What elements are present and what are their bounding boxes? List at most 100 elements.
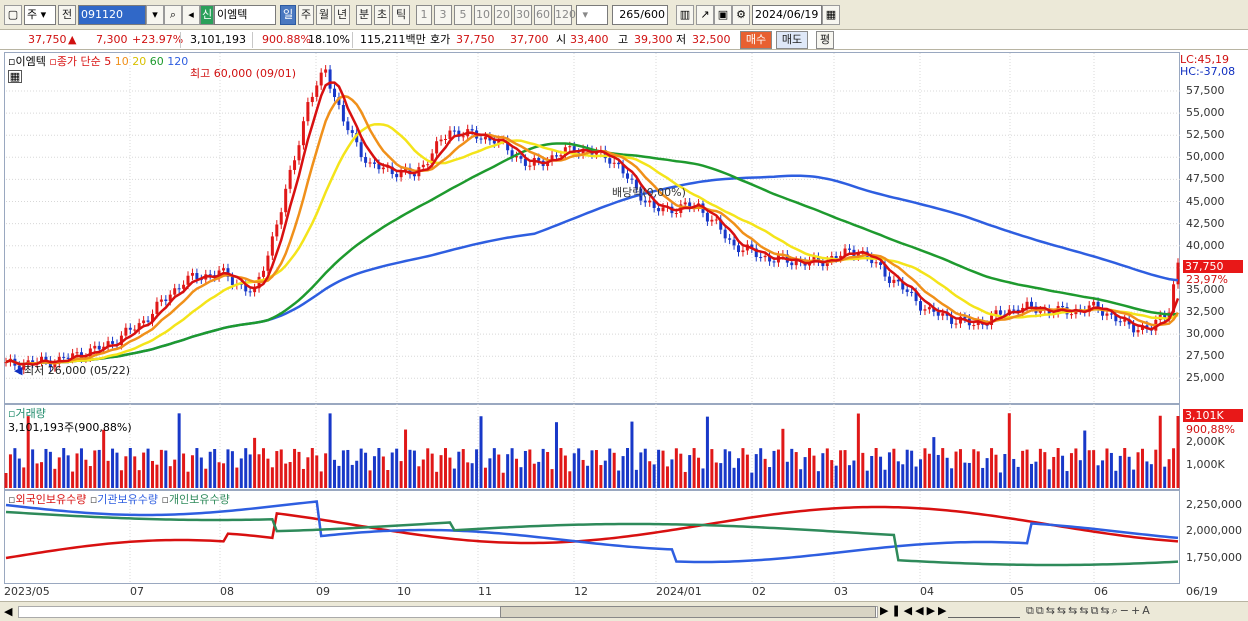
volume-bar [985,458,989,488]
candle-body [554,155,558,157]
price-ytick: 55,000 [1186,106,1225,120]
volume-bar [732,467,736,488]
candle-body [643,200,647,203]
candle-body [1105,313,1109,316]
scroll-thumb[interactable] [500,606,876,618]
candle-body [1132,324,1136,333]
candle-body [177,288,181,290]
volume-bar [350,464,354,488]
candle-body [741,250,745,253]
volume-bar [581,459,585,488]
candle-body [568,146,572,148]
scroll-bar[interactable]: ◀ ▶❚◀◀▶▶ ⧉⧉⇆⇆⇆⇆⧉⇆⌕−+A [0,601,1248,621]
x-tick: 2024/01 [656,585,702,598]
volume-bar [435,471,439,488]
volume-bar [253,437,257,488]
volume-bar [794,452,798,488]
price-ytick: 47,500 [1186,172,1225,186]
x-tick: 12 [574,585,588,598]
volume-bar [981,467,985,488]
grid-toggle-icon[interactable]: ▦ [8,70,22,83]
volume-bar [390,452,394,488]
scroll-nav-icons[interactable]: ▶❚◀◀▶▶ [880,604,950,617]
candle-body [732,239,736,246]
volume-bar [1132,469,1136,488]
volume-bar [475,449,479,488]
price-ytick: 45,000 [1186,194,1225,208]
volume-bar [186,471,190,488]
volume-bar [364,452,368,488]
legend-marker-icon: ▫ [161,493,169,506]
tool-icons[interactable]: ⧉⧉⇆⇆⇆⇆⧉⇆⌕−+A [1026,604,1152,618]
volume-bar [1069,453,1073,488]
zoom-slider[interactable] [948,604,1020,618]
volume-bar [950,468,954,488]
candle-body [1061,306,1065,308]
volume-bar [452,468,456,488]
volume-bar [48,451,52,488]
candle-body [479,138,483,140]
holding-legend: ▫외국인보유수량 ▫기관보유수량 ▫개인보유수량 [8,491,230,507]
volume-bar [399,461,403,488]
volume-bar [768,467,772,488]
x-tick: 08 [220,585,234,598]
individual-legend: 개인보유수량 [168,493,230,506]
volume-bar [1136,452,1140,488]
volume-bar [13,448,17,488]
volume-bar [346,449,350,488]
chart-canvas[interactable] [0,0,1248,621]
volume-bar [239,458,243,488]
volume-bar [976,451,980,488]
volume-bar [190,455,194,488]
volume-bar [293,448,297,488]
volume-bar [688,455,692,488]
scroll-left-icon[interactable]: ◀ [4,605,12,618]
candle-body [182,284,186,289]
candle-body [248,291,252,293]
volume-bar [590,450,594,488]
volume-bar [84,459,88,488]
volume-bar [941,448,945,488]
volume-bar [737,458,740,488]
volume-bar [115,452,119,488]
candle-body [222,268,226,271]
candle-body [146,320,150,322]
candle-body [124,327,128,336]
price-ytick: 42,500 [1186,216,1225,230]
candle-body [288,169,292,189]
volume-bar [847,465,851,488]
price-ytick: 57,500 [1186,84,1225,97]
candle-body [448,130,452,140]
volume-bar [164,450,168,488]
volume-bar [1034,461,1038,488]
candle-body [626,173,630,179]
volume-bar [142,452,146,488]
volume-bar [510,448,514,488]
holding-ytick: 2,000,000 [1186,524,1242,537]
volume-bar [998,472,1002,488]
candle-body [266,255,270,271]
volume-bar [1038,448,1042,488]
candle-body [923,309,927,311]
volume-bar [554,422,558,488]
volume-bar [319,471,323,488]
candle-body [910,291,914,293]
candle-body [372,162,376,164]
volume-bar [1127,456,1131,488]
volume-bar [856,413,860,488]
candle-body [1136,329,1140,333]
volume-bar [377,448,381,488]
candle-body [173,288,177,295]
candle-body [998,310,1002,315]
candle-body [75,352,79,354]
volume-bar [97,449,101,488]
volume-bar [297,451,301,488]
volume-bar [785,461,789,488]
volume-bar [22,467,26,488]
volume-bar [306,457,310,488]
volume-bar [541,448,545,488]
candle-body [293,160,297,170]
x-tick: 09 [316,585,330,598]
candle-body [723,229,727,239]
volume-bar [151,460,154,488]
